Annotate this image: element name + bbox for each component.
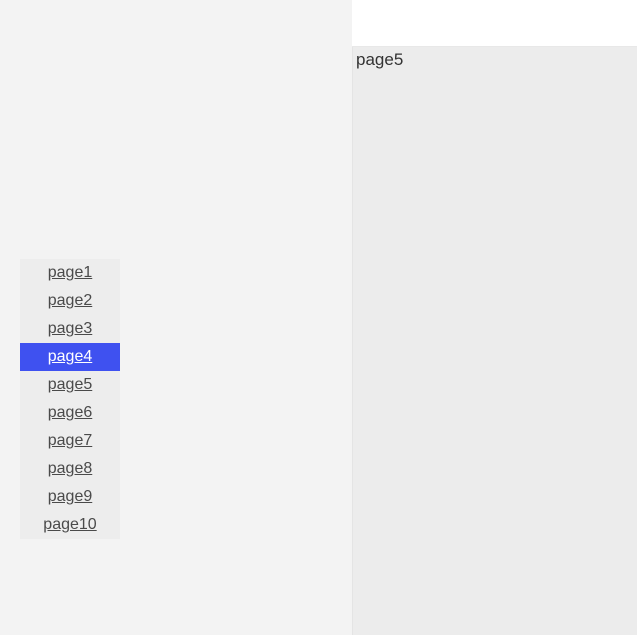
page-list-item-1[interactable]: page1 xyxy=(20,259,120,287)
vertical-divider xyxy=(352,47,353,635)
page-list-item-9[interactable]: page9 xyxy=(20,483,120,511)
page-list-item-3[interactable]: page3 xyxy=(20,315,120,343)
page-list-item-4[interactable]: page4 xyxy=(20,343,120,371)
page-list-item-5[interactable]: page5 xyxy=(20,371,120,399)
page-list-item-2[interactable]: page2 xyxy=(20,287,120,315)
page-list-item-8[interactable]: page8 xyxy=(20,455,120,483)
top-bar xyxy=(352,0,637,47)
page-list-item-6[interactable]: page6 xyxy=(20,399,120,427)
page-list-item-7[interactable]: page7 xyxy=(20,427,120,455)
page-list: page1 page2 page3 page4 page5 page6 page… xyxy=(20,259,120,539)
content-panel-title: page5 xyxy=(352,47,637,73)
content-panel: page5 xyxy=(352,47,637,635)
page-list-item-10[interactable]: page10 xyxy=(20,511,120,539)
